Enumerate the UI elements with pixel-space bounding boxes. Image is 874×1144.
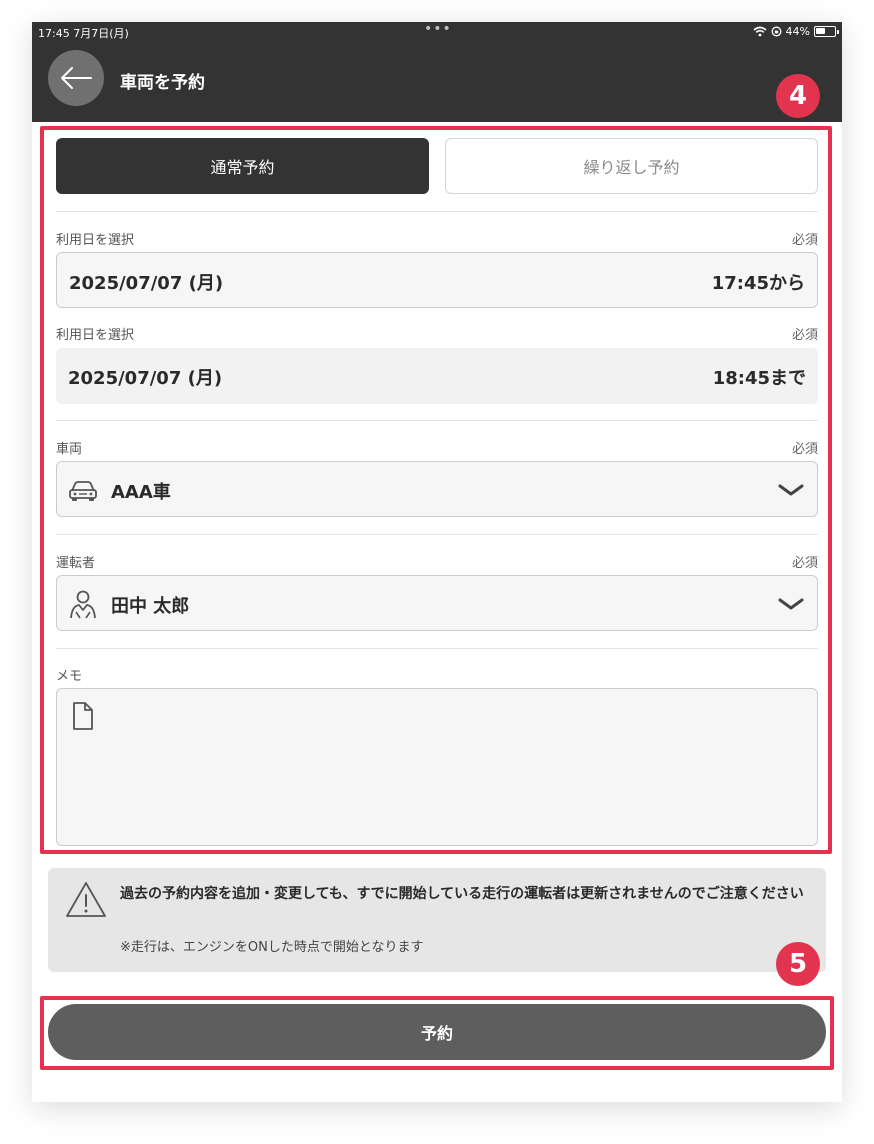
tablet-screen: 17:45 7月7日(月) ••• 44% 車両を予約 4 通常予約 繰り返し予… — [32, 22, 842, 1102]
end-date-label: 利用日を選択 — [56, 328, 135, 343]
back-button[interactable] — [48, 50, 104, 106]
annotation-badge-5: 5 — [776, 942, 820, 986]
required-badge: 必須 — [791, 233, 818, 248]
header-bar: 車両を予約 — [32, 42, 842, 122]
tab-repeat-reservation[interactable]: 繰り返し予約 — [445, 138, 818, 194]
status-right: 44% — [753, 25, 839, 38]
vehicle-label: 車両 — [56, 442, 83, 457]
divider — [56, 648, 818, 649]
start-date-value: 2025/07/07 (月) — [69, 273, 224, 294]
reservation-type-tabs: 通常予約 繰り返し予約 — [56, 138, 818, 194]
required-badge: 必須 — [791, 556, 818, 571]
battery-icon — [814, 26, 839, 37]
annotation-badge-4: 4 — [776, 74, 820, 118]
driver-value: 田中 太郎 — [111, 596, 190, 617]
rotation-lock-icon — [771, 26, 781, 37]
end-datetime-field[interactable]: 2025/07/07 (月) 18:45まで — [56, 348, 818, 404]
chevron-down-icon — [778, 484, 804, 496]
page-title: 車両を予約 — [120, 73, 205, 93]
divider — [56, 534, 818, 535]
notice-text: 過去の予約内容を追加・変更しても、すでに開始している走行の運転者は更新されません… — [120, 886, 804, 902]
notice-box: 過去の予約内容を追加・変更しても、すでに開始している走行の運転者は更新されません… — [48, 868, 826, 972]
divider — [56, 420, 818, 421]
end-date-value: 2025/07/07 (月) — [68, 368, 223, 389]
person-icon — [70, 590, 96, 619]
wifi-icon — [753, 26, 767, 37]
warning-icon — [66, 882, 106, 917]
document-icon — [73, 702, 93, 730]
arrow-left-icon — [61, 67, 92, 89]
required-badge: 必須 — [791, 328, 818, 343]
chevron-down-icon — [778, 598, 804, 610]
end-time-value: 18:45まで — [712, 368, 806, 389]
vehicle-select[interactable]: AAA車 — [56, 461, 818, 517]
notice-note: ※走行は、エンジンをONした時点で開始となります — [120, 940, 424, 955]
battery-percent: 44% — [785, 25, 810, 38]
status-time: 17:45 7月7日(月) — [38, 27, 129, 40]
vehicle-value: AAA車 — [111, 482, 171, 503]
car-icon — [69, 481, 97, 501]
driver-label: 運転者 — [56, 556, 96, 571]
divider — [56, 211, 818, 212]
start-time-value: 17:45から — [711, 273, 805, 294]
tab-normal-reservation[interactable]: 通常予約 — [56, 138, 429, 194]
driver-select[interactable]: 田中 太郎 — [56, 575, 818, 631]
start-datetime-field[interactable]: 2025/07/07 (月) 17:45から — [56, 252, 818, 308]
start-date-label: 利用日を選択 — [56, 233, 135, 248]
required-badge: 必須 — [791, 442, 818, 457]
status-bar: 17:45 7月7日(月) ••• 44% — [32, 22, 842, 42]
memo-label: メモ — [56, 669, 83, 684]
memo-textarea[interactable] — [56, 688, 818, 846]
reserve-button[interactable]: 予約 — [48, 1004, 826, 1060]
multitask-dots[interactable]: ••• — [424, 22, 452, 37]
